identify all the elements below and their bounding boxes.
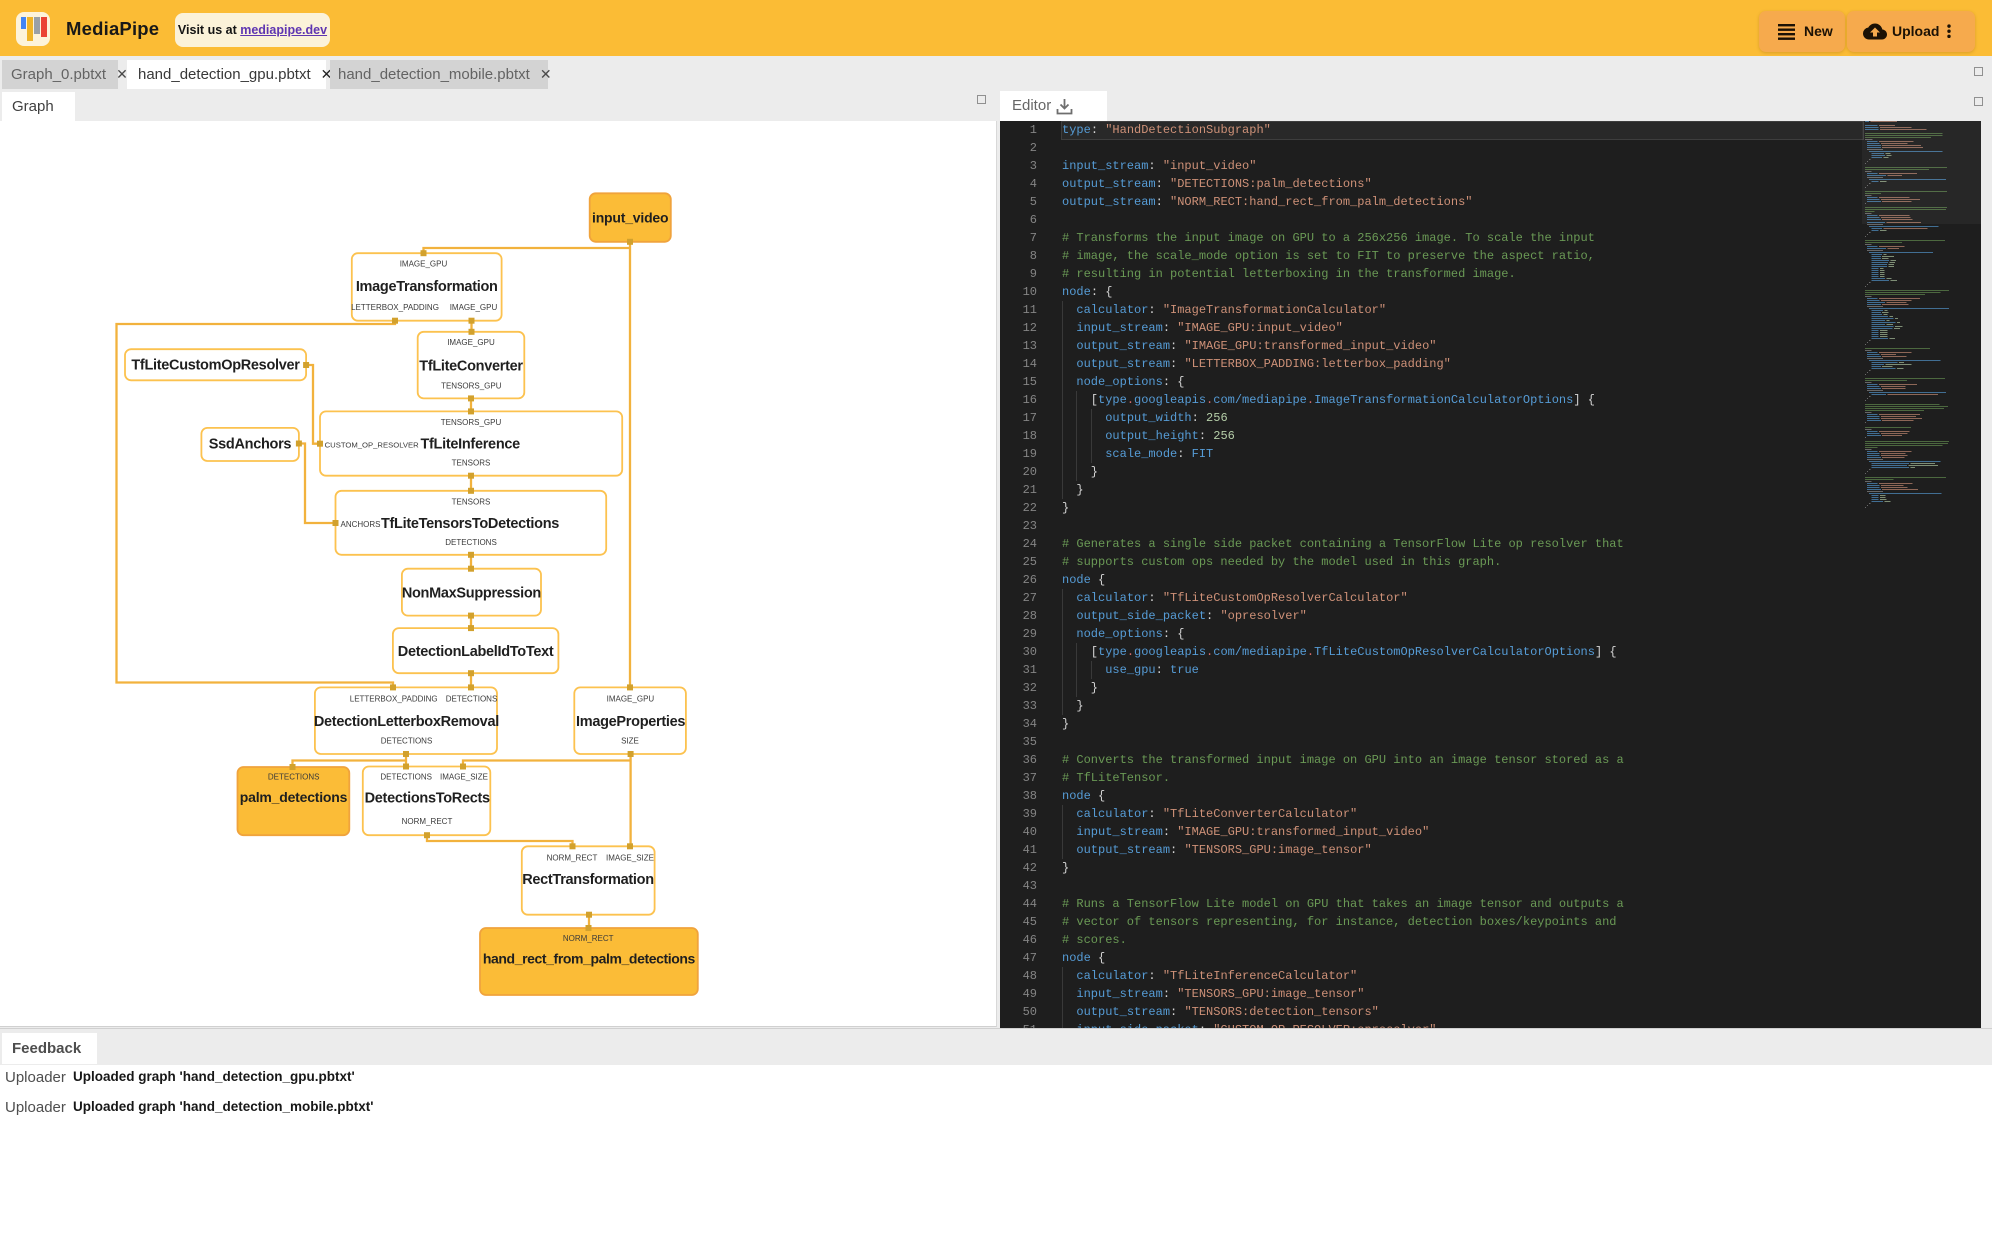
svg-text:SIZE: SIZE xyxy=(621,737,639,746)
svg-text:IMAGE_SIZE: IMAGE_SIZE xyxy=(606,853,654,862)
svg-text:NORM_RECT: NORM_RECT xyxy=(547,853,598,862)
svg-text:palm_detections: palm_detections xyxy=(240,789,348,805)
svg-text:IMAGE_GPU: IMAGE_GPU xyxy=(447,338,495,347)
svg-text:TfLiteCustomOpResolver: TfLiteCustomOpResolver xyxy=(131,358,300,374)
svg-text:RectTransformation: RectTransformation xyxy=(522,872,654,888)
svg-text:DetectionLabelIdToText: DetectionLabelIdToText xyxy=(398,644,554,660)
svg-text:DETECTIONS: DETECTIONS xyxy=(380,773,432,782)
svg-text:DetectionsToRects: DetectionsToRects xyxy=(365,791,490,807)
svg-text:SsdAnchors: SsdAnchors xyxy=(209,436,292,452)
svg-text:ImageTransformation: ImageTransformation xyxy=(356,279,498,295)
svg-text:NORM_RECT: NORM_RECT xyxy=(402,817,453,826)
svg-text:TENSORS: TENSORS xyxy=(452,459,491,468)
svg-text:LETTERBOX_PADDING: LETTERBOX_PADDING xyxy=(350,694,438,703)
svg-text:TENSORS: TENSORS xyxy=(452,497,491,506)
svg-text:ImageProperties: ImageProperties xyxy=(576,714,685,730)
svg-text:DETECTIONS: DETECTIONS xyxy=(381,737,433,746)
svg-text:ANCHORS: ANCHORS xyxy=(341,520,381,529)
svg-text:DetectionLetterboxRemoval: DetectionLetterboxRemoval xyxy=(314,714,499,730)
svg-text:DETECTIONS: DETECTIONS xyxy=(445,538,497,547)
svg-text:IMAGE_GPU: IMAGE_GPU xyxy=(400,260,448,269)
svg-text:hand_rect_from_palm_detections: hand_rect_from_palm_detections xyxy=(483,951,696,967)
svg-text:TfLiteConverter: TfLiteConverter xyxy=(419,358,523,374)
svg-text:TfLiteTensorsToDetections: TfLiteTensorsToDetections xyxy=(381,516,559,532)
svg-text:IMAGE_GPU: IMAGE_GPU xyxy=(607,694,655,703)
svg-text:LETTERBOX_PADDING: LETTERBOX_PADDING xyxy=(351,303,439,312)
svg-text:NORM_RECT: NORM_RECT xyxy=(563,934,614,943)
svg-text:IMAGE_SIZE: IMAGE_SIZE xyxy=(440,773,488,782)
svg-text:TENSORS_GPU: TENSORS_GPU xyxy=(441,418,502,427)
svg-text:input_video: input_video xyxy=(592,210,668,226)
svg-text:TfLiteInference: TfLiteInference xyxy=(420,437,520,453)
svg-text:NonMaxSuppression: NonMaxSuppression xyxy=(402,586,541,602)
svg-text:IMAGE_GPU: IMAGE_GPU xyxy=(450,303,498,312)
svg-text:DETECTIONS: DETECTIONS xyxy=(268,773,320,782)
svg-text:CUSTOM_OP_RESOLVER: CUSTOM_OP_RESOLVER xyxy=(325,441,420,450)
svg-text:DETECTIONS: DETECTIONS xyxy=(446,694,498,703)
svg-text:TENSORS_GPU: TENSORS_GPU xyxy=(441,381,502,390)
